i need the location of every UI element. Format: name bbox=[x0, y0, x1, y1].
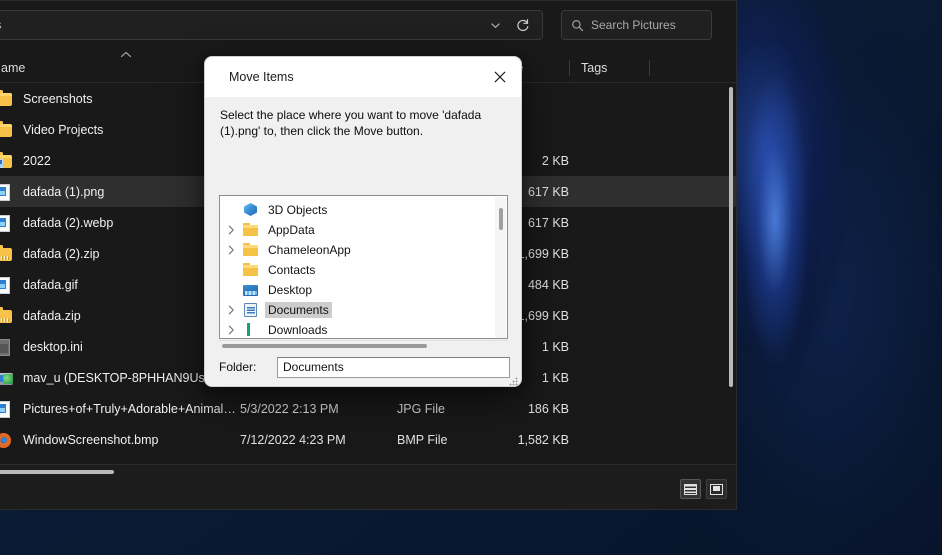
tree-item-label: Documents bbox=[265, 302, 332, 318]
table-row[interactable]: Pictures+of+Truly+Adorable+Animals+... 5/… bbox=[0, 393, 736, 424]
horizontal-scrollbar-thumb[interactable] bbox=[0, 470, 114, 474]
image-file-icon bbox=[0, 214, 14, 232]
zip-folder-icon bbox=[0, 245, 14, 263]
details-view-icon[interactable] bbox=[680, 479, 701, 499]
folder-image-icon bbox=[0, 152, 14, 170]
search-icon bbox=[571, 19, 584, 32]
image-file-icon bbox=[0, 276, 14, 294]
move-items-dialog: Move Items Select the place where you wa… bbox=[204, 56, 522, 387]
toolbar-row: es bbox=[0, 4, 736, 44]
tree-item[interactable]: 3D Objects bbox=[220, 200, 507, 220]
folder-icon bbox=[0, 121, 14, 139]
tree-item[interactable]: AppData bbox=[220, 220, 507, 240]
preview-pane-icon[interactable] bbox=[706, 479, 727, 499]
folder-tree[interactable]: 3D Objects AppData ChameleonApp Contacts Des… bbox=[219, 195, 508, 339]
zip-folder-icon bbox=[0, 307, 14, 325]
file-list-scrollbar-thumb[interactable] bbox=[729, 87, 733, 387]
view-mode-buttons bbox=[680, 479, 727, 499]
chevron-right-icon[interactable] bbox=[228, 220, 240, 240]
downloads-icon bbox=[242, 322, 259, 338]
tree-item[interactable]: Documents bbox=[220, 300, 507, 320]
file-name: WindowScreenshot.bmp bbox=[23, 432, 159, 447]
folder-icon bbox=[242, 262, 259, 278]
folder-name-input[interactable] bbox=[277, 356, 510, 378]
refresh-icon[interactable] bbox=[510, 12, 536, 38]
folder-label: Folder: bbox=[219, 360, 257, 374]
folder-icon bbox=[242, 222, 259, 238]
address-bar-actions bbox=[482, 11, 536, 39]
file-type: JPG File bbox=[397, 401, 445, 416]
status-bar bbox=[0, 464, 736, 509]
file-date: 5/3/2022 2:13 PM bbox=[240, 401, 339, 416]
tree-item-label: 3D Objects bbox=[268, 203, 328, 217]
tree-vertical-scrollbar-thumb[interactable] bbox=[499, 208, 503, 230]
folder-field-row: Folder: bbox=[219, 356, 510, 378]
column-header-tags-label: Tags bbox=[581, 61, 608, 75]
column-header-tags[interactable]: Tags bbox=[569, 54, 649, 83]
wallpaper-bloom bbox=[735, 0, 865, 480]
tree-item-label: Contacts bbox=[268, 263, 316, 277]
resize-grip[interactable] bbox=[509, 377, 518, 386]
file-size: 186 KB bbox=[527, 401, 569, 416]
file-size: 1,582 KB bbox=[517, 432, 569, 447]
tree-horizontal-scrollbar-track[interactable] bbox=[219, 340, 508, 352]
file-type: BMP File bbox=[397, 432, 448, 447]
tree-item-label: Downloads bbox=[268, 323, 328, 337]
image-file-icon bbox=[0, 400, 14, 418]
address-bar-path: es bbox=[0, 18, 1, 32]
tree-horizontal-scrollbar-thumb[interactable] bbox=[222, 344, 427, 348]
tree-item-label: AppData bbox=[268, 223, 315, 237]
tree-item[interactable]: Downloads bbox=[220, 320, 507, 338]
folder-icon bbox=[242, 242, 259, 258]
file-name: Pictures+of+Truly+Adorable+Animals+... bbox=[23, 401, 238, 416]
tree-item[interactable]: Contacts bbox=[220, 260, 507, 280]
chevron-right-icon[interactable] bbox=[228, 320, 240, 338]
dialog-instruction: Select the place where you want to move … bbox=[220, 108, 482, 138]
file-date: 7/12/2022 4:23 PM bbox=[240, 432, 346, 447]
chevron-right-icon[interactable] bbox=[228, 300, 240, 320]
tree-item-label: Desktop bbox=[268, 283, 313, 297]
dialog-title: Move Items bbox=[229, 70, 294, 84]
documents-icon bbox=[242, 302, 259, 318]
ini-file-icon bbox=[0, 338, 14, 356]
column-header-extra[interactable] bbox=[649, 54, 709, 83]
tree-item[interactable]: Desktop bbox=[220, 280, 507, 300]
image-file-icon bbox=[0, 183, 14, 201]
dialog-titlebar[interactable]: Move Items bbox=[205, 57, 521, 97]
search-box[interactable] bbox=[561, 10, 736, 40]
chevron-right-icon[interactable] bbox=[228, 240, 240, 260]
network-file-icon bbox=[0, 369, 14, 387]
details-view-glyph bbox=[684, 483, 697, 495]
tree-item[interactable]: ChameleonApp bbox=[220, 240, 507, 260]
folder-icon bbox=[0, 90, 14, 108]
tree-item-label: ChameleonApp bbox=[268, 243, 351, 257]
search-input[interactable] bbox=[591, 18, 736, 32]
column-header-name-label: Name bbox=[0, 61, 26, 75]
preview-pane-glyph bbox=[710, 483, 723, 495]
bmp-file-icon bbox=[0, 431, 14, 449]
address-bar[interactable]: es bbox=[0, 10, 543, 40]
dialog-body: Select the place where you want to move … bbox=[205, 97, 521, 386]
close-icon[interactable] bbox=[479, 57, 521, 97]
desktop-icon bbox=[242, 282, 259, 298]
column-header-name[interactable]: Name bbox=[0, 54, 228, 83]
chevron-down-icon[interactable] bbox=[482, 12, 508, 38]
table-row[interactable]: WindowScreenshot.bmp 7/12/2022 4:23 PM BMP… bbox=[0, 424, 736, 455]
3d-objects-icon bbox=[242, 202, 259, 218]
folder-tree-items: 3D Objects AppData ChameleonApp Contacts Des… bbox=[220, 196, 507, 338]
sort-ascending-icon bbox=[120, 50, 132, 61]
